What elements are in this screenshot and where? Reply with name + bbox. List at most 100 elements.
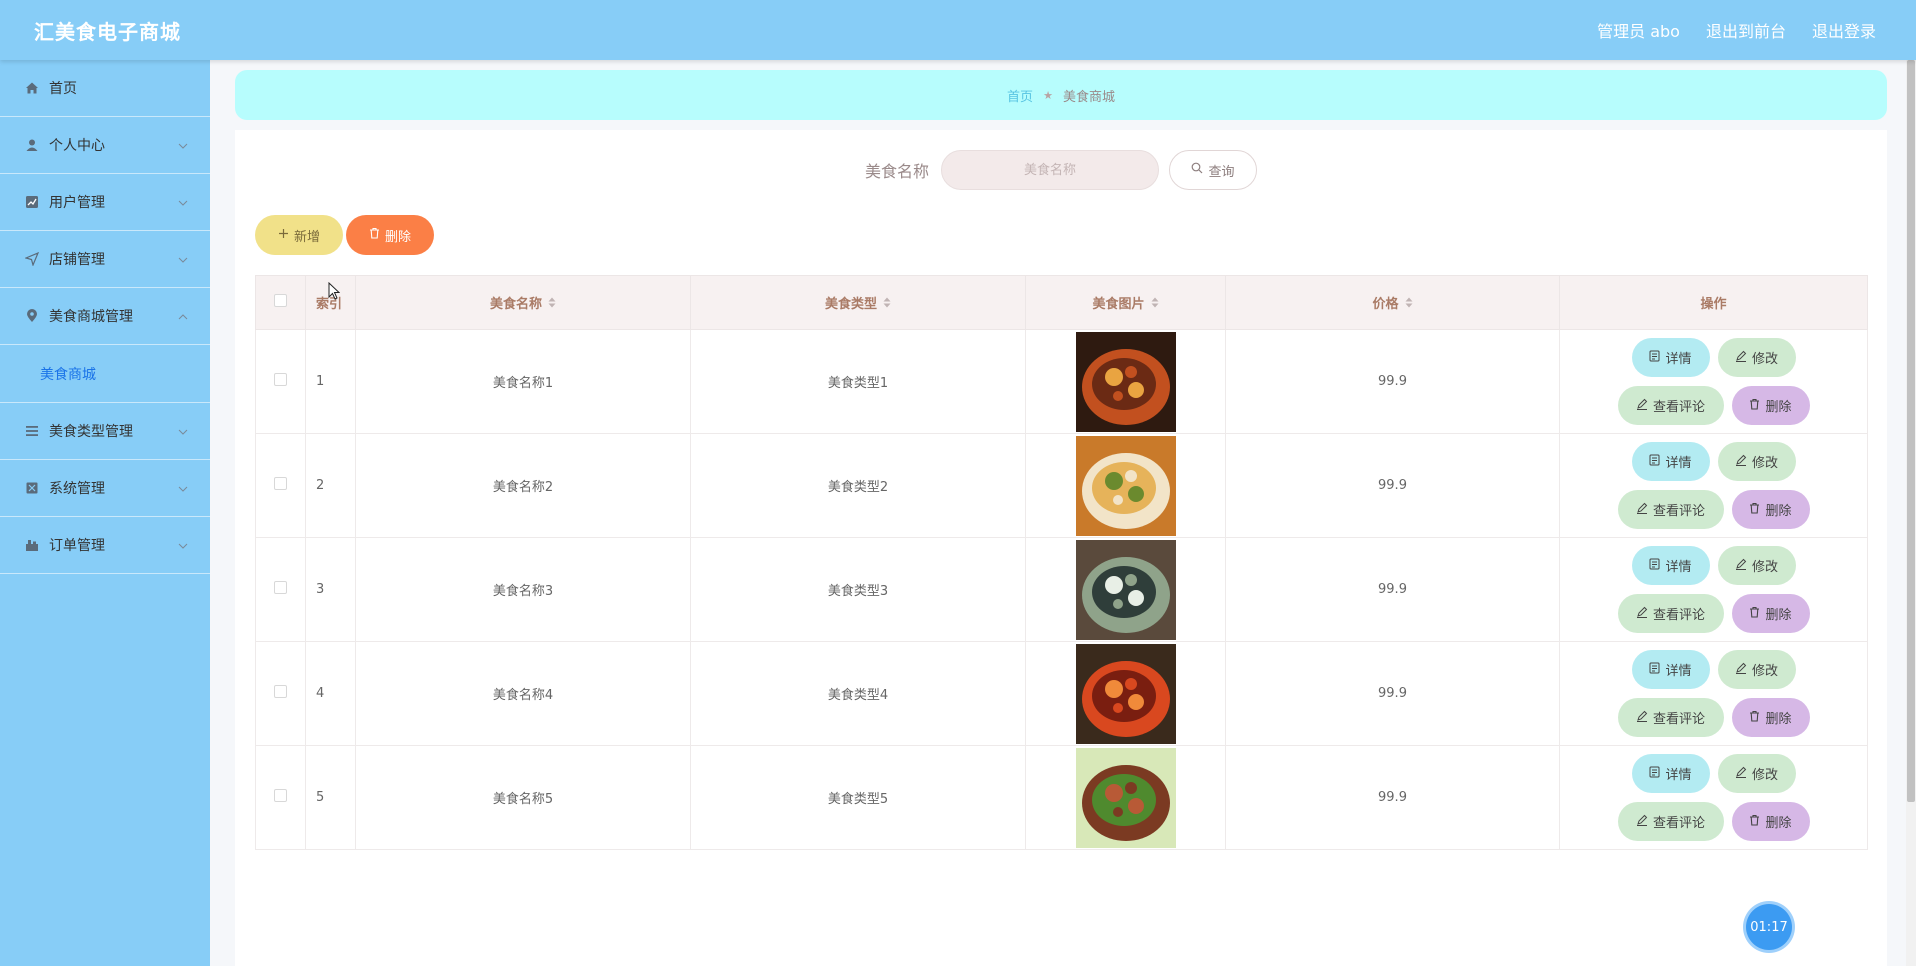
- view-comments-label: 查看评论: [1652, 504, 1705, 519]
- pencil-icon: [1636, 710, 1648, 726]
- row-index: 5: [305, 745, 356, 850]
- row-checkbox[interactable]: [274, 581, 287, 594]
- admin-user-link[interactable]: 管理员 abo: [1597, 18, 1680, 42]
- row-ops-cell: 详情 修改查看评论 删除: [1559, 745, 1868, 850]
- view-comments-button[interactable]: 查看评论: [1617, 802, 1724, 841]
- batch-delete-button[interactable]: 删除: [346, 215, 434, 255]
- sidebar-item-user-management[interactable]: 用户管理: [0, 174, 210, 231]
- detail-button[interactable]: 详情: [1631, 546, 1710, 585]
- row-food-type: 美食类型4: [690, 641, 1026, 746]
- view-comments-button[interactable]: 查看评论: [1617, 594, 1724, 633]
- row-checkbox[interactable]: [274, 373, 287, 386]
- detail-button[interactable]: 详情: [1631, 338, 1710, 377]
- food-image[interactable]: [1075, 331, 1176, 432]
- view-comments-button[interactable]: 查看评论: [1617, 490, 1724, 529]
- sidebar-item-order-management[interactable]: 订单管理: [0, 517, 210, 574]
- view-comments-button[interactable]: 查看评论: [1617, 698, 1724, 737]
- row-checkbox[interactable]: [274, 789, 287, 802]
- row-ops-cell: 详情 修改查看评论 删除: [1559, 641, 1868, 746]
- food-image[interactable]: [1075, 539, 1176, 640]
- row-food-name: 美食名称1: [355, 329, 691, 434]
- row-food-image-cell: [1025, 641, 1226, 746]
- chevron-down-icon: [178, 538, 188, 554]
- scrollbar-thumb[interactable]: [1907, 60, 1915, 802]
- row-index: 3: [305, 537, 356, 642]
- breadcrumb-home[interactable]: 首页: [1007, 86, 1033, 105]
- chevron-up-icon: [178, 309, 188, 325]
- row-checkbox[interactable]: [274, 477, 287, 490]
- sidebar-item-store-management[interactable]: 店铺管理: [0, 231, 210, 288]
- row-delete-button[interactable]: 删除: [1731, 698, 1810, 737]
- column-header-name-label: 美食名称: [489, 297, 542, 312]
- row-food-type: 美食类型2: [690, 433, 1026, 538]
- food-image[interactable]: [1075, 643, 1176, 744]
- edit-button[interactable]: 修改: [1717, 754, 1796, 793]
- row-index: 2: [305, 433, 356, 538]
- row-price: 99.9: [1225, 329, 1560, 434]
- detail-button[interactable]: 详情: [1631, 442, 1710, 481]
- sidebar-item-label: 首页: [49, 81, 77, 97]
- logout-link[interactable]: 退出登录: [1812, 18, 1876, 42]
- column-header-price[interactable]: 价格: [1225, 275, 1560, 330]
- row-food-image-cell: [1025, 329, 1226, 434]
- row-delete-button[interactable]: 删除: [1731, 490, 1810, 529]
- add-button[interactable]: 新增: [255, 215, 343, 255]
- vertical-scrollbar[interactable]: [1906, 60, 1916, 966]
- table-row: 4 美食名称4 美食类型4 99.9 详情 修改 查看评论 删除: [255, 641, 1868, 746]
- food-image[interactable]: [1075, 747, 1176, 848]
- sidebar-subitem-food-mall[interactable]: 美食商城: [0, 345, 210, 403]
- sidebar-item-home[interactable]: 首页: [0, 60, 210, 117]
- sidebar-item-food-type-management[interactable]: 美食类型管理: [0, 403, 210, 460]
- view-comments-button[interactable]: 查看评论: [1617, 386, 1724, 425]
- table-header-row: 索引 美食名称 美食类型 美食图片 价格 操作: [255, 275, 1868, 330]
- document-icon: [1649, 662, 1660, 678]
- food-image[interactable]: [1075, 435, 1176, 536]
- edit-button[interactable]: 修改: [1717, 546, 1796, 585]
- breadcrumb-current: 美食商城: [1062, 89, 1115, 105]
- edit-button[interactable]: 修改: [1717, 338, 1796, 377]
- detail-button[interactable]: 详情: [1631, 650, 1710, 689]
- row-select-cell: [255, 641, 306, 746]
- select-all-checkbox[interactable]: [274, 294, 287, 307]
- row-price: 99.9: [1225, 641, 1560, 746]
- row-delete-button[interactable]: 删除: [1731, 386, 1810, 425]
- chevron-down-icon: [178, 195, 188, 211]
- order-icon: [24, 537, 40, 553]
- pencil-icon: [1735, 350, 1747, 366]
- sidebar-item-personal-center[interactable]: 个人中心: [0, 117, 210, 174]
- chevron-down-icon: [178, 252, 188, 268]
- detail-button-label: 详情: [1665, 456, 1692, 471]
- row-food-type: 美食类型1: [690, 329, 1026, 434]
- edit-button-label: 修改: [1751, 768, 1778, 783]
- edit-button[interactable]: 修改: [1717, 442, 1796, 481]
- row-food-image-cell: [1025, 745, 1226, 850]
- search-label: 美食名称: [864, 162, 929, 181]
- edit-button-label: 修改: [1751, 560, 1778, 575]
- back-to-front-link[interactable]: 退出到前台: [1706, 18, 1786, 42]
- row-delete-button[interactable]: 删除: [1731, 802, 1810, 841]
- row-delete-button[interactable]: 删除: [1731, 594, 1810, 633]
- detail-button[interactable]: 详情: [1631, 754, 1710, 793]
- batch-delete-label: 删除: [384, 229, 411, 245]
- detail-button-label: 详情: [1665, 560, 1692, 575]
- row-delete-label: 删除: [1765, 608, 1792, 623]
- chevron-down-icon: [178, 138, 188, 154]
- trash-icon: [1749, 398, 1760, 414]
- sort-icon: [1151, 297, 1159, 312]
- column-header-image[interactable]: 美食图片: [1025, 275, 1226, 330]
- detail-button-label: 详情: [1665, 352, 1692, 367]
- sort-icon: [548, 297, 556, 312]
- trash-icon: [1749, 814, 1760, 830]
- trash-icon: [369, 227, 380, 243]
- column-header-type[interactable]: 美食类型: [690, 275, 1026, 330]
- sidebar-item-food-mall-management[interactable]: 美食商城管理: [0, 288, 210, 345]
- edit-button[interactable]: 修改: [1717, 650, 1796, 689]
- row-price: 99.9: [1225, 745, 1560, 850]
- sidebar-item-system-management[interactable]: 系统管理: [0, 460, 210, 517]
- row-checkbox[interactable]: [274, 685, 287, 698]
- column-header-name[interactable]: 美食名称: [355, 275, 691, 330]
- search-button[interactable]: 查询: [1169, 150, 1257, 190]
- sidebar-item-label: 美食类型管理: [49, 424, 133, 440]
- sidebar-item-label: 用户管理: [49, 195, 105, 211]
- search-input[interactable]: [941, 150, 1159, 190]
